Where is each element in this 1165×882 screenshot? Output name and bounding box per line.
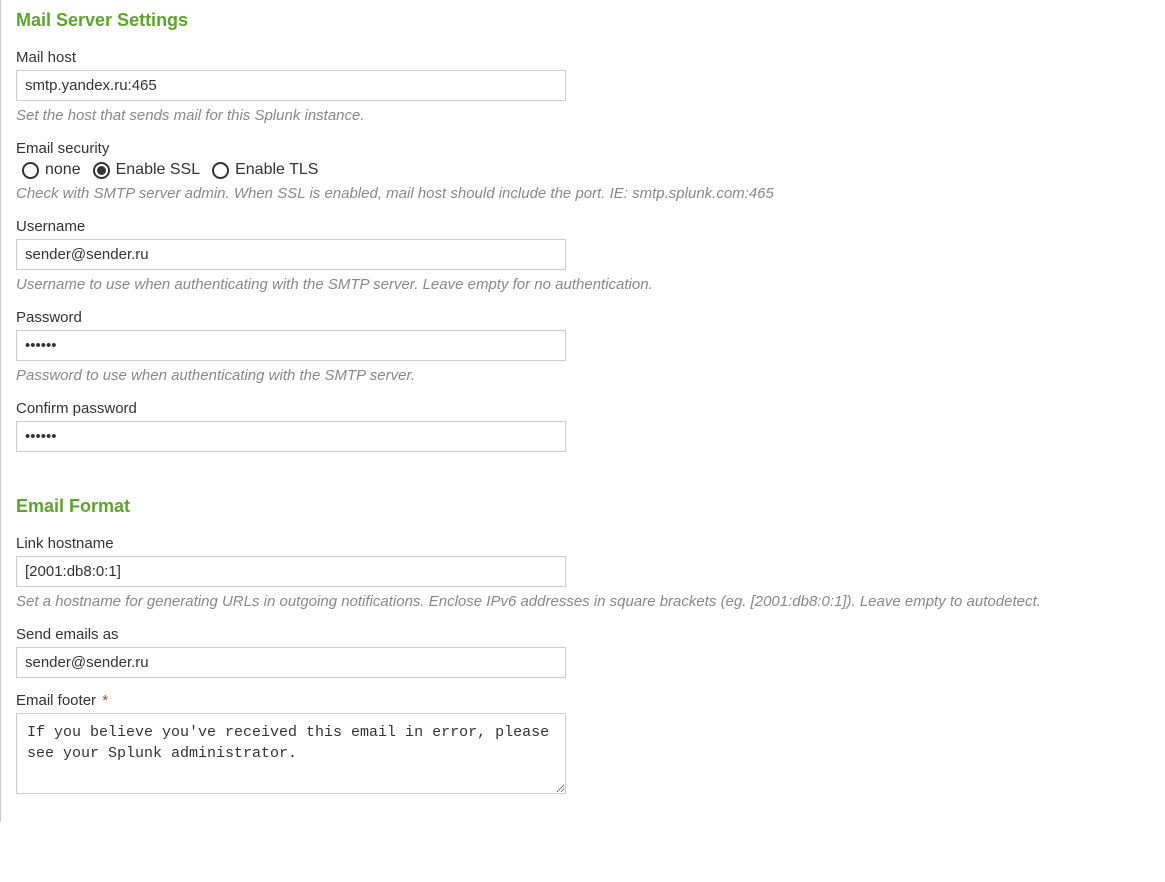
settings-form: Mail Server Settings Mail host Set the h…: [0, 0, 1165, 822]
radio-ssl-wrapper[interactable]: Enable SSL: [93, 161, 201, 179]
radio-none-circle[interactable]: [22, 162, 39, 179]
password-field-group: Password Password to use when authentica…: [16, 309, 1165, 386]
username-input[interactable]: [16, 239, 566, 270]
link-hostname-helper: Set a hostname for generating URLs in ou…: [16, 591, 1165, 612]
email-footer-label-text: Email footer: [16, 692, 96, 709]
email-format-header: Email Format: [16, 496, 1165, 517]
link-hostname-field-group: Link hostname Set a hostname for generat…: [16, 535, 1165, 612]
send-emails-as-field-group: Send emails as: [16, 626, 1165, 678]
confirm-password-field-group: Confirm password: [16, 400, 1165, 452]
email-footer-label: Email footer *: [16, 692, 1165, 709]
radio-none-wrapper[interactable]: none: [22, 161, 81, 179]
radio-none-label[interactable]: none: [45, 161, 81, 179]
email-security-field-group: Email security none Enable SSL Enable TL…: [16, 140, 1165, 204]
password-input[interactable]: [16, 330, 566, 361]
mail-server-settings-header: Mail Server Settings: [16, 10, 1165, 31]
email-footer-field-group: Email footer *: [16, 692, 1165, 798]
password-helper: Password to use when authenticating with…: [16, 365, 1165, 386]
password-label: Password: [16, 309, 1165, 326]
radio-tls-circle[interactable]: [212, 162, 229, 179]
email-security-radio-group: none Enable SSL Enable TLS: [16, 161, 1165, 179]
email-footer-textarea[interactable]: [16, 713, 566, 794]
mail-host-input[interactable]: [16, 70, 566, 101]
mail-host-helper: Set the host that sends mail for this Sp…: [16, 105, 1165, 126]
radio-ssl-label[interactable]: Enable SSL: [116, 161, 201, 179]
radio-ssl-circle[interactable]: [93, 162, 110, 179]
radio-tls-wrapper[interactable]: Enable TLS: [212, 161, 318, 179]
username-helper: Username to use when authenticating with…: [16, 274, 1165, 295]
required-star: *: [102, 692, 108, 709]
email-security-label: Email security: [16, 140, 1165, 157]
send-emails-as-label: Send emails as: [16, 626, 1165, 643]
username-label: Username: [16, 218, 1165, 235]
username-field-group: Username Username to use when authentica…: [16, 218, 1165, 295]
confirm-password-input[interactable]: [16, 421, 566, 452]
mail-host-field-group: Mail host Set the host that sends mail f…: [16, 49, 1165, 126]
mail-host-label: Mail host: [16, 49, 1165, 66]
link-hostname-label: Link hostname: [16, 535, 1165, 552]
confirm-password-label: Confirm password: [16, 400, 1165, 417]
email-security-helper: Check with SMTP server admin. When SSL i…: [16, 183, 1165, 204]
send-emails-as-input[interactable]: [16, 647, 566, 678]
section-spacer: [16, 466, 1165, 496]
link-hostname-input[interactable]: [16, 556, 566, 587]
radio-tls-label[interactable]: Enable TLS: [235, 161, 318, 179]
